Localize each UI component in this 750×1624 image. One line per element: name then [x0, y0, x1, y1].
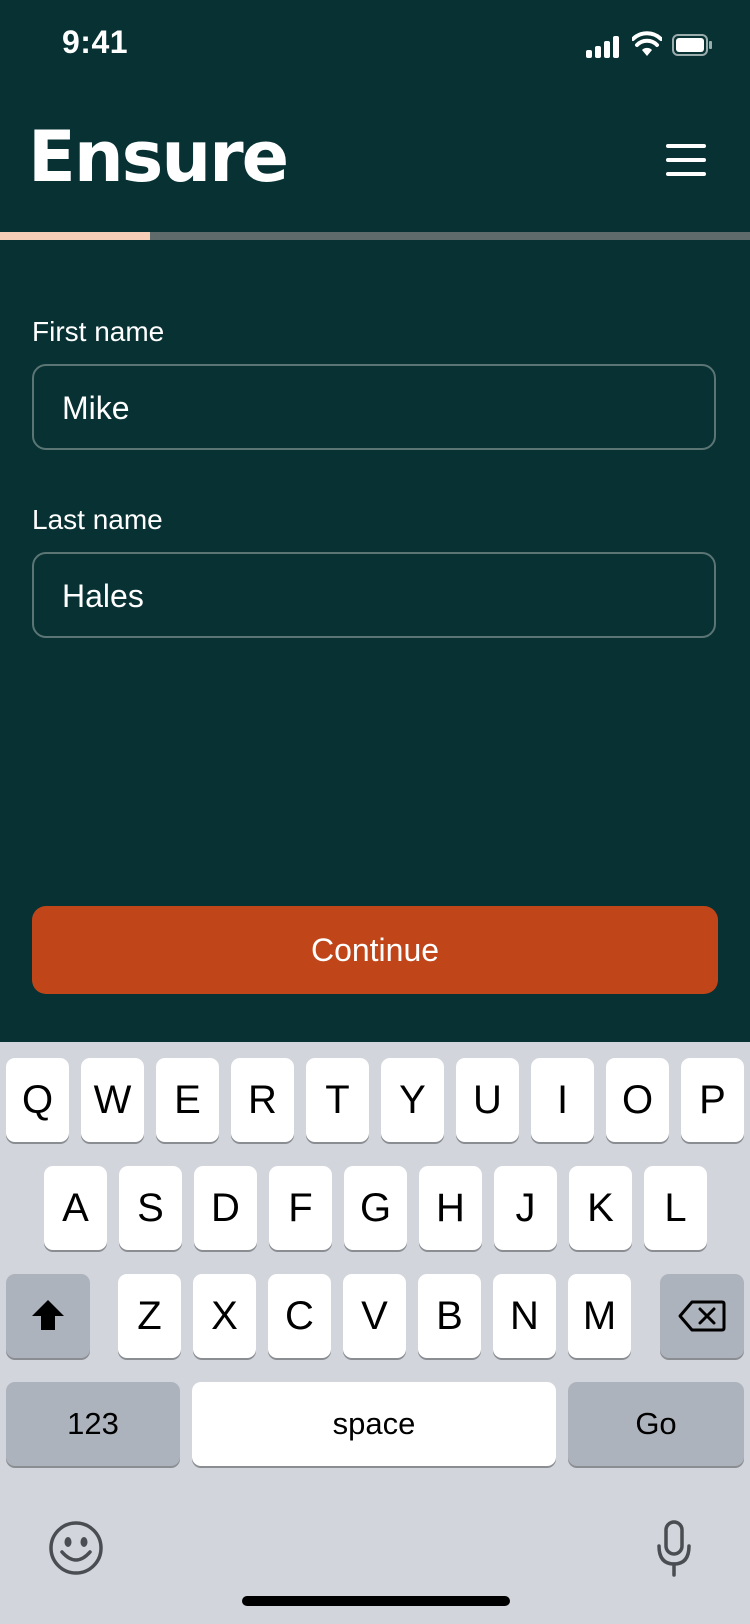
key-o[interactable]: O [606, 1058, 669, 1142]
key-i[interactable]: I [531, 1058, 594, 1142]
first-name-value: Mike [62, 390, 130, 426]
wifi-icon [632, 31, 662, 56]
last-name-label: Last name [32, 504, 163, 535]
shift-key[interactable] [6, 1274, 90, 1358]
status-time: 9:41 [62, 24, 129, 60]
delete-key[interactable] [660, 1274, 744, 1358]
key-q[interactable]: Q [6, 1058, 69, 1142]
key-l[interactable]: L [644, 1166, 707, 1250]
keyboard: QWERTYUIOP ASDFGHJKL ZXCVBNM 123 space G… [0, 1042, 750, 1624]
status-bar: 9:41 [0, 0, 750, 90]
key-t[interactable]: T [306, 1058, 369, 1142]
shift-icon [32, 1300, 64, 1330]
key-w[interactable]: W [81, 1058, 144, 1142]
key-e[interactable]: E [156, 1058, 219, 1142]
delete-icon [678, 1300, 726, 1332]
battery-icon [672, 34, 712, 56]
space-key[interactable]: space [192, 1382, 556, 1466]
key-f[interactable]: F [269, 1166, 332, 1250]
continue-button[interactable]: Continue [32, 906, 718, 994]
last-name-value: Hales [62, 578, 144, 614]
key-c[interactable]: C [268, 1274, 331, 1358]
app-header: Ensure [0, 110, 750, 220]
key-d[interactable]: D [194, 1166, 257, 1250]
key-j[interactable]: J [494, 1166, 557, 1250]
key-z[interactable]: Z [118, 1274, 181, 1358]
app-logo: Ensure [28, 116, 289, 198]
key-u[interactable]: U [456, 1058, 519, 1142]
home-indicator [242, 1596, 510, 1606]
go-key[interactable]: Go [568, 1382, 744, 1466]
key-n[interactable]: N [493, 1274, 556, 1358]
progress-fill [0, 232, 150, 240]
key-s[interactable]: S [119, 1166, 182, 1250]
cellular-signal-icon [586, 36, 622, 58]
key-k[interactable]: K [569, 1166, 632, 1250]
first-name-input[interactable]: Mike [32, 364, 716, 450]
key-r[interactable]: R [231, 1058, 294, 1142]
key-b[interactable]: B [418, 1274, 481, 1358]
key-y[interactable]: Y [381, 1058, 444, 1142]
first-name-label: First name [32, 316, 165, 347]
last-name-input[interactable]: Hales [32, 552, 716, 638]
emoji-icon[interactable] [48, 1520, 104, 1576]
key-a[interactable]: A [44, 1166, 107, 1250]
key-m[interactable]: M [568, 1274, 631, 1358]
hamburger-menu-icon[interactable] [664, 142, 708, 178]
microphone-icon[interactable] [656, 1520, 692, 1578]
progress-bar [0, 232, 750, 240]
key-x[interactable]: X [193, 1274, 256, 1358]
numbers-key[interactable]: 123 [6, 1382, 180, 1466]
key-g[interactable]: G [344, 1166, 407, 1250]
key-p[interactable]: P [681, 1058, 744, 1142]
key-h[interactable]: H [419, 1166, 482, 1250]
key-v[interactable]: V [343, 1274, 406, 1358]
